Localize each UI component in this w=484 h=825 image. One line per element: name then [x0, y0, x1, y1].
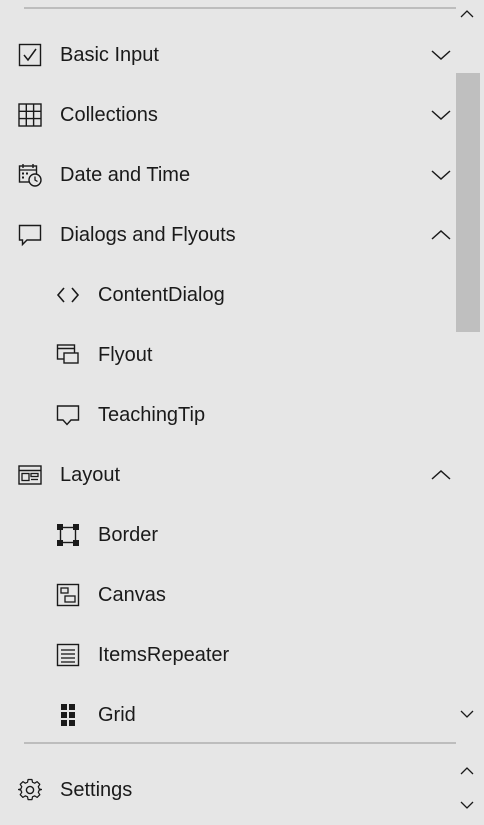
settings-label: Settings	[60, 779, 133, 801]
nav-item-canvas[interactable]: Canvas	[0, 565, 456, 625]
footer-scroll-up-icon[interactable]	[458, 764, 476, 778]
teaching-tip-icon	[56, 403, 80, 427]
footer-scroll-down-icon[interactable]	[458, 798, 476, 812]
code-brackets-icon	[56, 283, 80, 307]
nav-item-label: Dialogs and Flyouts	[60, 224, 236, 246]
gear-icon	[18, 778, 42, 802]
navigation-pane: Basic Input Collections Date and Time Di…	[0, 0, 484, 825]
nav-item-label: Date and Time	[60, 164, 191, 186]
nav-item-label: Collections	[60, 104, 158, 126]
nav-item-date-and-time[interactable]: Date and Time	[0, 145, 456, 205]
grid-icon	[56, 703, 80, 727]
nav-item-border[interactable]: Border	[0, 505, 456, 565]
nav-item-label: TeachingTip	[98, 404, 206, 426]
settings-item[interactable]: Settings	[0, 760, 456, 820]
nav-item-label: Canvas	[98, 584, 166, 606]
scrollbar-thumb[interactable]	[456, 73, 480, 332]
nav-item-label: ItemsRepeater	[98, 644, 230, 666]
flyout-window-icon	[56, 343, 80, 367]
nav-item-layout[interactable]: Layout	[0, 445, 456, 505]
scroll-up-icon[interactable]	[458, 7, 476, 21]
top-divider	[24, 7, 456, 9]
nav-item-label: Layout	[60, 464, 121, 486]
chevron-down-icon[interactable]	[430, 47, 452, 63]
chevron-up-icon[interactable]	[430, 467, 452, 483]
nav-item-label: Border	[98, 524, 159, 546]
speech-bubble-icon	[18, 223, 42, 247]
canvas-icon	[56, 583, 80, 607]
nav-item-collections[interactable]: Collections	[0, 85, 456, 145]
nav-item-label: ContentDialog	[98, 284, 225, 306]
layout-icon	[18, 463, 42, 487]
nav-item-label: Flyout	[98, 344, 153, 366]
bottom-divider	[24, 742, 456, 744]
border-icon	[56, 523, 80, 547]
checkbox-icon	[18, 43, 42, 67]
chevron-up-icon[interactable]	[430, 227, 452, 243]
nav-item-grid[interactable]: Grid	[0, 685, 456, 745]
nav-item-label: Grid	[98, 704, 136, 726]
scroll-down-icon[interactable]	[458, 707, 476, 721]
chevron-down-icon[interactable]	[430, 167, 452, 183]
nav-item-contentdialog[interactable]: ContentDialog	[0, 265, 456, 325]
nav-item-teachingtip[interactable]: TeachingTip	[0, 385, 456, 445]
nav-item-itemsrepeater[interactable]: ItemsRepeater	[0, 625, 456, 685]
grid-table-icon	[18, 103, 42, 127]
nav-item-dialogs-and-flyouts[interactable]: Dialogs and Flyouts	[0, 205, 456, 265]
items-repeater-icon	[56, 643, 80, 667]
chevron-down-icon[interactable]	[430, 107, 452, 123]
nav-item-flyout[interactable]: Flyout	[0, 325, 456, 385]
calendar-clock-icon	[18, 163, 42, 187]
nav-item-label: Basic Input	[60, 44, 159, 66]
nav-item-basic-input[interactable]: Basic Input	[0, 25, 456, 85]
